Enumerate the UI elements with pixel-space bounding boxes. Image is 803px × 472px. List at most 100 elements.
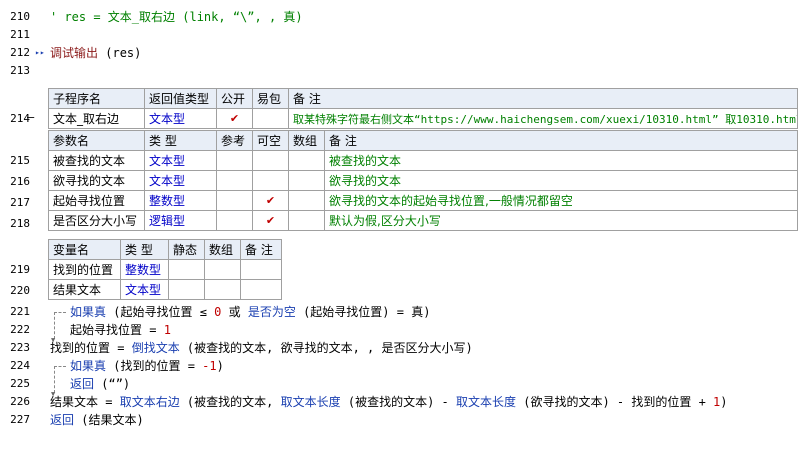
code-text: (结果文本) <box>74 413 144 427</box>
line-number: 225 <box>10 377 30 390</box>
param-note-cell[interactable]: 欲寻找的文本 <box>324 170 798 191</box>
code-line-227[interactable]: 返回 (结果文本) <box>50 411 144 429</box>
table-row[interactable]: 被查找的文本 文本型 被查找的文本 <box>48 150 798 171</box>
var-header-note: 备 注 <box>240 239 282 260</box>
param-header-array: 数组 <box>288 130 325 151</box>
flow-connector <box>54 312 55 339</box>
param-array-cell[interactable] <box>288 190 325 211</box>
code-text: (找到的位置 = <box>106 359 203 373</box>
var-note-cell[interactable] <box>240 259 282 280</box>
line-number: 223 <box>10 341 30 354</box>
var-header-name: 变量名 <box>48 239 121 260</box>
param-optional-check-icon[interactable]: ✔ <box>252 190 289 211</box>
number-literal: -1 <box>202 359 217 373</box>
var-array-cell[interactable] <box>204 279 241 300</box>
code-line-226[interactable]: 结果文本 = 取文本右边 (被查找的文本, 取文本长度 (被查找的文本) - 取… <box>50 393 728 411</box>
line-number: 224 <box>10 359 30 372</box>
sub-name-cell[interactable]: 文本_取右边 <box>48 108 145 129</box>
line-number: 221 <box>10 305 30 318</box>
code-line-224[interactable]: 如果真 (找到的位置 = -1) <box>70 357 224 375</box>
param-type-cell[interactable]: 整数型 <box>144 190 217 211</box>
param-type-cell[interactable]: 逻辑型 <box>144 210 217 231</box>
code-text: 结果文本 = <box>50 395 120 409</box>
var-name-cell[interactable]: 结果文本 <box>48 279 121 300</box>
sub-header-name: 子程序名 <box>48 88 145 109</box>
param-array-cell[interactable] <box>288 210 325 231</box>
collapse-minus-icon[interactable]: — <box>27 110 34 124</box>
var-header-type: 类 型 <box>120 239 169 260</box>
line-number: 216 <box>10 175 30 188</box>
param-type-cell[interactable]: 文本型 <box>144 170 217 191</box>
sub-note-cell[interactable]: 取某特殊字符最右侧文本“https://www.haichengsem.com/… <box>288 108 798 129</box>
param-name-cell[interactable]: 被查找的文本 <box>48 150 145 171</box>
param-ref-cell[interactable] <box>216 210 253 231</box>
breakpoint-arrow-icon: ▸▸ <box>35 48 45 57</box>
function-isnull: 是否为空 <box>247 305 296 319</box>
code-line-223[interactable]: 找到的位置 = 倒找文本 (被查找的文本, 欲寻找的文本, , 是否区分大小写) <box>50 339 473 357</box>
param-ref-cell[interactable] <box>216 170 253 191</box>
table-row[interactable]: 是否区分大小写 逻辑型 ✔ 默认为假,区分大小写 <box>48 210 798 231</box>
code-text: (被查找的文本, 欲寻找的文本, , 是否区分大小写) <box>179 341 473 355</box>
code-text: 或 <box>221 305 248 319</box>
code-line-221[interactable]: 如果真 (起始寻找位置 ≤ 0 或 是否为空 (起始寻找位置) = 真) <box>70 303 430 321</box>
table-row[interactable]: 欲寻找的文本 文本型 欲寻找的文本 <box>48 170 798 191</box>
sub-header-public: 公开 <box>216 88 253 109</box>
param-optional-check-icon[interactable]: ✔ <box>252 210 289 231</box>
debug-output-args: (res) <box>98 46 142 60</box>
param-name-cell[interactable]: 起始寻找位置 <box>48 190 145 211</box>
flow-connector <box>54 366 55 393</box>
line-number: 227 <box>10 413 30 426</box>
subprogram-table: 子程序名 返回值类型 公开 易包 备 注 文本_取右边 文本型 ✔ 取某特殊字符… <box>48 88 798 129</box>
var-static-cell[interactable] <box>168 279 205 300</box>
param-ref-cell[interactable] <box>216 190 253 211</box>
code-text: 找到的位置 = <box>50 341 132 355</box>
number-literal: 1 <box>163 323 171 337</box>
param-header-optional: 可空 <box>252 130 289 151</box>
table-row[interactable]: 结果文本 文本型 <box>48 279 282 300</box>
line-number: 218 <box>10 217 30 230</box>
sub-public-check-icon[interactable]: ✔ <box>216 108 253 129</box>
line-number: 222 <box>10 323 30 336</box>
param-name-cell[interactable]: 欲寻找的文本 <box>48 170 145 191</box>
var-note-cell[interactable] <box>240 279 282 300</box>
var-header-array: 数组 <box>204 239 241 260</box>
param-note-cell[interactable]: 默认为假,区分大小写 <box>324 210 798 231</box>
flow-connector <box>54 312 66 313</box>
var-type-cell[interactable]: 整数型 <box>120 259 169 280</box>
param-header-type: 类 型 <box>144 130 217 151</box>
code-text: (“”) <box>94 377 131 391</box>
function-text-length: 取文本长度 <box>280 395 341 409</box>
line-number: 219 <box>10 263 30 276</box>
line-number: 211 <box>10 28 30 41</box>
code-line-222[interactable]: 起始寻找位置 = 1 <box>70 321 171 339</box>
sub-easypkg-cell[interactable] <box>252 108 289 129</box>
param-array-cell[interactable] <box>288 170 325 191</box>
debug-output-fn: 调试输出 <box>50 46 99 60</box>
param-type-cell[interactable]: 文本型 <box>144 150 217 171</box>
var-array-cell[interactable] <box>204 259 241 280</box>
var-static-cell[interactable] <box>168 259 205 280</box>
code-line-225[interactable]: 返回 (“”) <box>70 375 130 393</box>
param-optional-cell[interactable] <box>252 170 289 191</box>
table-row[interactable]: 起始寻找位置 整数型 ✔ 欲寻找的文本的起始寻找位置,一般情况都留空 <box>48 190 798 211</box>
sub-return-type-cell[interactable]: 文本型 <box>144 108 217 129</box>
param-note-cell[interactable]: 欲寻找的文本的起始寻找位置,一般情况都留空 <box>324 190 798 211</box>
param-note-cell[interactable]: 被查找的文本 <box>324 150 798 171</box>
code-text: 起始寻找位置 = <box>70 323 164 337</box>
var-type-cell[interactable]: 文本型 <box>120 279 169 300</box>
keyword-return: 返回 <box>70 377 95 391</box>
param-array-cell[interactable] <box>288 150 325 171</box>
line-number: 213 <box>10 64 30 77</box>
var-name-cell[interactable]: 找到的位置 <box>48 259 121 280</box>
code-text: ) <box>720 395 728 409</box>
code-line-210[interactable]: ' res = 文本_取右边 (link, “\”, , 真) <box>50 8 303 26</box>
param-optional-cell[interactable] <box>252 150 289 171</box>
line-number: 226 <box>10 395 30 408</box>
param-ref-cell[interactable] <box>216 150 253 171</box>
param-name-cell[interactable]: 是否区分大小写 <box>48 210 145 231</box>
code-line-212[interactable]: 调试输出 (res) <box>50 44 141 62</box>
table-row[interactable]: 找到的位置 整数型 <box>48 259 282 280</box>
sub-header-easypkg: 易包 <box>252 88 289 109</box>
sub-header-note: 备 注 <box>288 88 798 109</box>
function-text-length: 取文本长度 <box>455 395 516 409</box>
